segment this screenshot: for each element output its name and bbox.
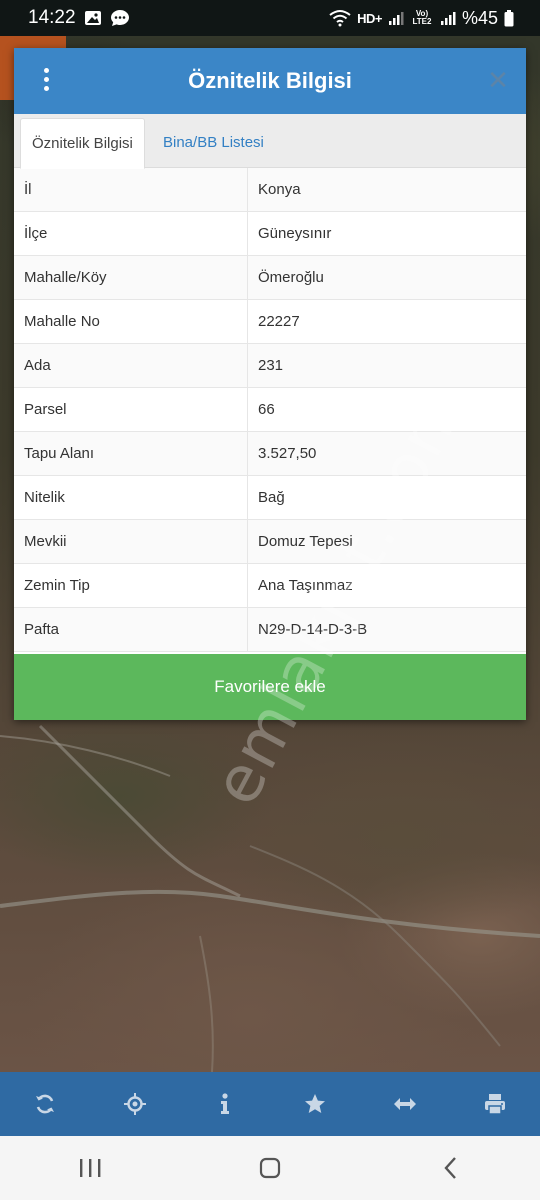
tab-attribute-info[interactable]: Öznitelik Bilgisi — [20, 118, 145, 169]
table-row: Pafta N29-D-14-D-3-B — [14, 607, 526, 652]
table-row: Mevkii Domuz Tepesi — [14, 519, 526, 564]
status-bar: 14:22 HD+ Vo) LTE2 %45 — [0, 0, 540, 36]
wifi-icon — [329, 9, 351, 27]
attribute-key: Pafta — [14, 607, 248, 652]
volte-indicator: Vo) LTE2 — [412, 9, 432, 26]
measure-icon[interactable] — [385, 1084, 425, 1124]
attribute-key: Parsel — [14, 387, 248, 432]
recent-apps-icon[interactable] — [60, 1148, 120, 1188]
star-icon[interactable] — [295, 1084, 335, 1124]
attribute-dialog: Öznitelik Bilgisi ✕ Öznitelik Bilgisi Bi… — [14, 48, 526, 720]
chat-icon — [110, 9, 130, 27]
status-time: 14:22 — [28, 7, 76, 28]
info-icon[interactable] — [205, 1084, 245, 1124]
hd-indicator: HD+ — [357, 10, 382, 26]
attribute-key: İl — [14, 168, 248, 212]
attribute-value: 66 — [247, 387, 526, 432]
table-row: Mahalle/Köy Ömeroğlu — [14, 255, 526, 300]
attribute-key: Nitelik — [14, 475, 248, 520]
battery-icon — [504, 9, 514, 27]
refresh-icon[interactable] — [25, 1084, 65, 1124]
tab-building-list[interactable]: Bina/BB Listesi — [152, 118, 275, 167]
locate-icon[interactable] — [115, 1084, 155, 1124]
attribute-value: Ömeroğlu — [247, 255, 526, 300]
kebab-menu-icon[interactable] — [36, 68, 56, 94]
gallery-icon — [84, 10, 102, 26]
table-row: Mahalle No 22227 — [14, 299, 526, 344]
table-row: Zemin Tip Ana Taşınmaz — [14, 563, 526, 608]
attribute-key: Mevkii — [14, 519, 248, 564]
table-row: Nitelik Bağ — [14, 475, 526, 520]
attribute-value: 231 — [247, 343, 526, 388]
tabs-bar: Öznitelik Bilgisi Bina/BB Listesi — [14, 114, 526, 169]
back-icon[interactable] — [420, 1148, 480, 1188]
android-navbar — [0, 1136, 540, 1200]
print-icon[interactable] — [475, 1084, 515, 1124]
attribute-value: Güneysınır — [247, 211, 526, 256]
attribute-key: Tapu Alanı — [14, 431, 248, 476]
table-row: İlçe Güneysınır — [14, 211, 526, 256]
attribute-key: Ada — [14, 343, 248, 388]
attribute-key: Zemin Tip — [14, 563, 248, 608]
battery-percent: %45 — [461, 7, 498, 28]
attribute-key: Mahalle No — [14, 299, 248, 344]
map-toolbar — [0, 1072, 540, 1136]
dialog-title: Öznitelik Bilgisi — [188, 68, 352, 93]
signal-icon — [388, 10, 404, 26]
close-icon[interactable]: ✕ — [484, 66, 512, 94]
attribute-key: Mahalle/Köy — [14, 255, 248, 300]
home-icon[interactable] — [240, 1148, 300, 1188]
table-row: İl Konya — [14, 168, 526, 212]
attribute-value: 22227 — [247, 299, 526, 344]
signal-icon — [440, 10, 456, 26]
attribute-key: İlçe — [14, 211, 248, 256]
table-row: Ada 231 — [14, 343, 526, 388]
attribute-value: Konya — [247, 168, 526, 212]
dialog-header: Öznitelik Bilgisi ✕ — [14, 48, 526, 114]
